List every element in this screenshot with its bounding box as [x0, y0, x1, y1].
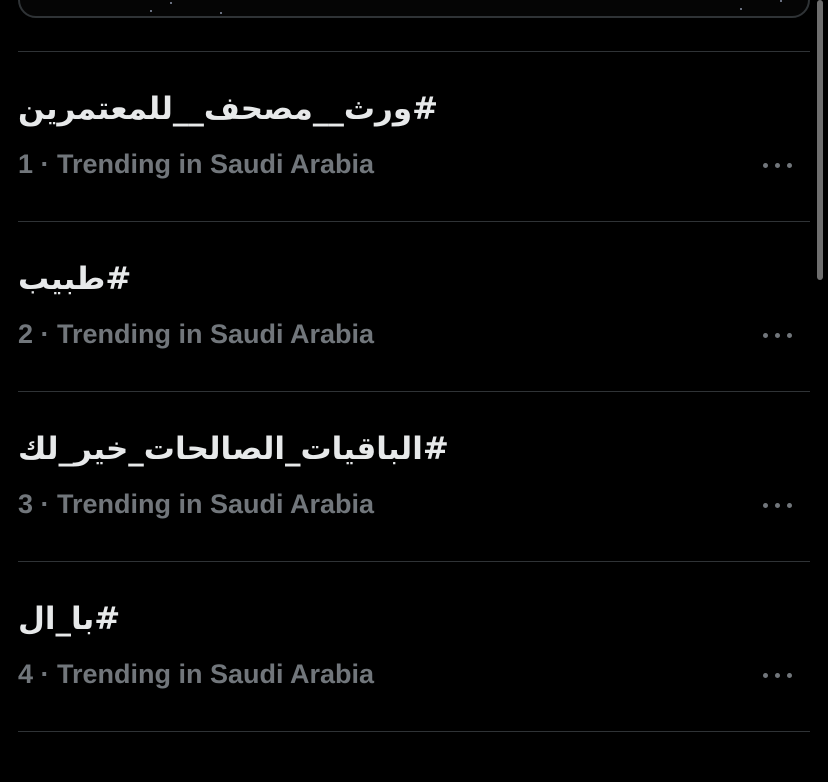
trend-item[interactable]: #با_ال 4 · Trending in Saudi Arabia [0, 561, 810, 731]
trend-hashtag[interactable]: #با_ال [18, 599, 120, 639]
trend-rank-location: 3 · Trending in Saudi Arabia [18, 489, 375, 519]
more-horizontal-icon[interactable] [760, 665, 796, 685]
more-horizontal-icon[interactable] [760, 495, 796, 515]
explore-banner-card[interactable] [18, 0, 810, 18]
banner-star [220, 12, 222, 14]
trend-item[interactable]: #الباقيات_الصالحات_خير_لك 3 · Trending i… [0, 391, 810, 561]
trend-hashtag[interactable]: #الباقيات_الصالحات_خير_لك [18, 429, 449, 469]
trend-hashtag[interactable]: #ورث__مصحف__للمعتمرين [18, 89, 438, 129]
more-horizontal-icon[interactable] [760, 325, 796, 345]
divider [18, 731, 810, 732]
trend-rank-location: 4 · Trending in Saudi Arabia [18, 659, 375, 689]
trend-rank-location: 1 · Trending in Saudi Arabia [18, 149, 375, 179]
trend-rank-location: 2 · Trending in Saudi Arabia [18, 319, 375, 349]
banner-star [150, 10, 152, 12]
more-horizontal-icon[interactable] [760, 155, 796, 175]
trend-item[interactable]: #ورث__مصحف__للمعتمرين 1 · Trending in Sa… [0, 51, 810, 221]
trend-item[interactable]: #طبيب 2 · Trending in Saudi Arabia [0, 221, 810, 391]
banner-star [170, 2, 172, 4]
trend-hashtag[interactable]: #طبيب [18, 259, 131, 299]
banner-star [780, 0, 782, 2]
scrollbar[interactable] [817, 0, 823, 280]
banner-star [740, 8, 742, 10]
